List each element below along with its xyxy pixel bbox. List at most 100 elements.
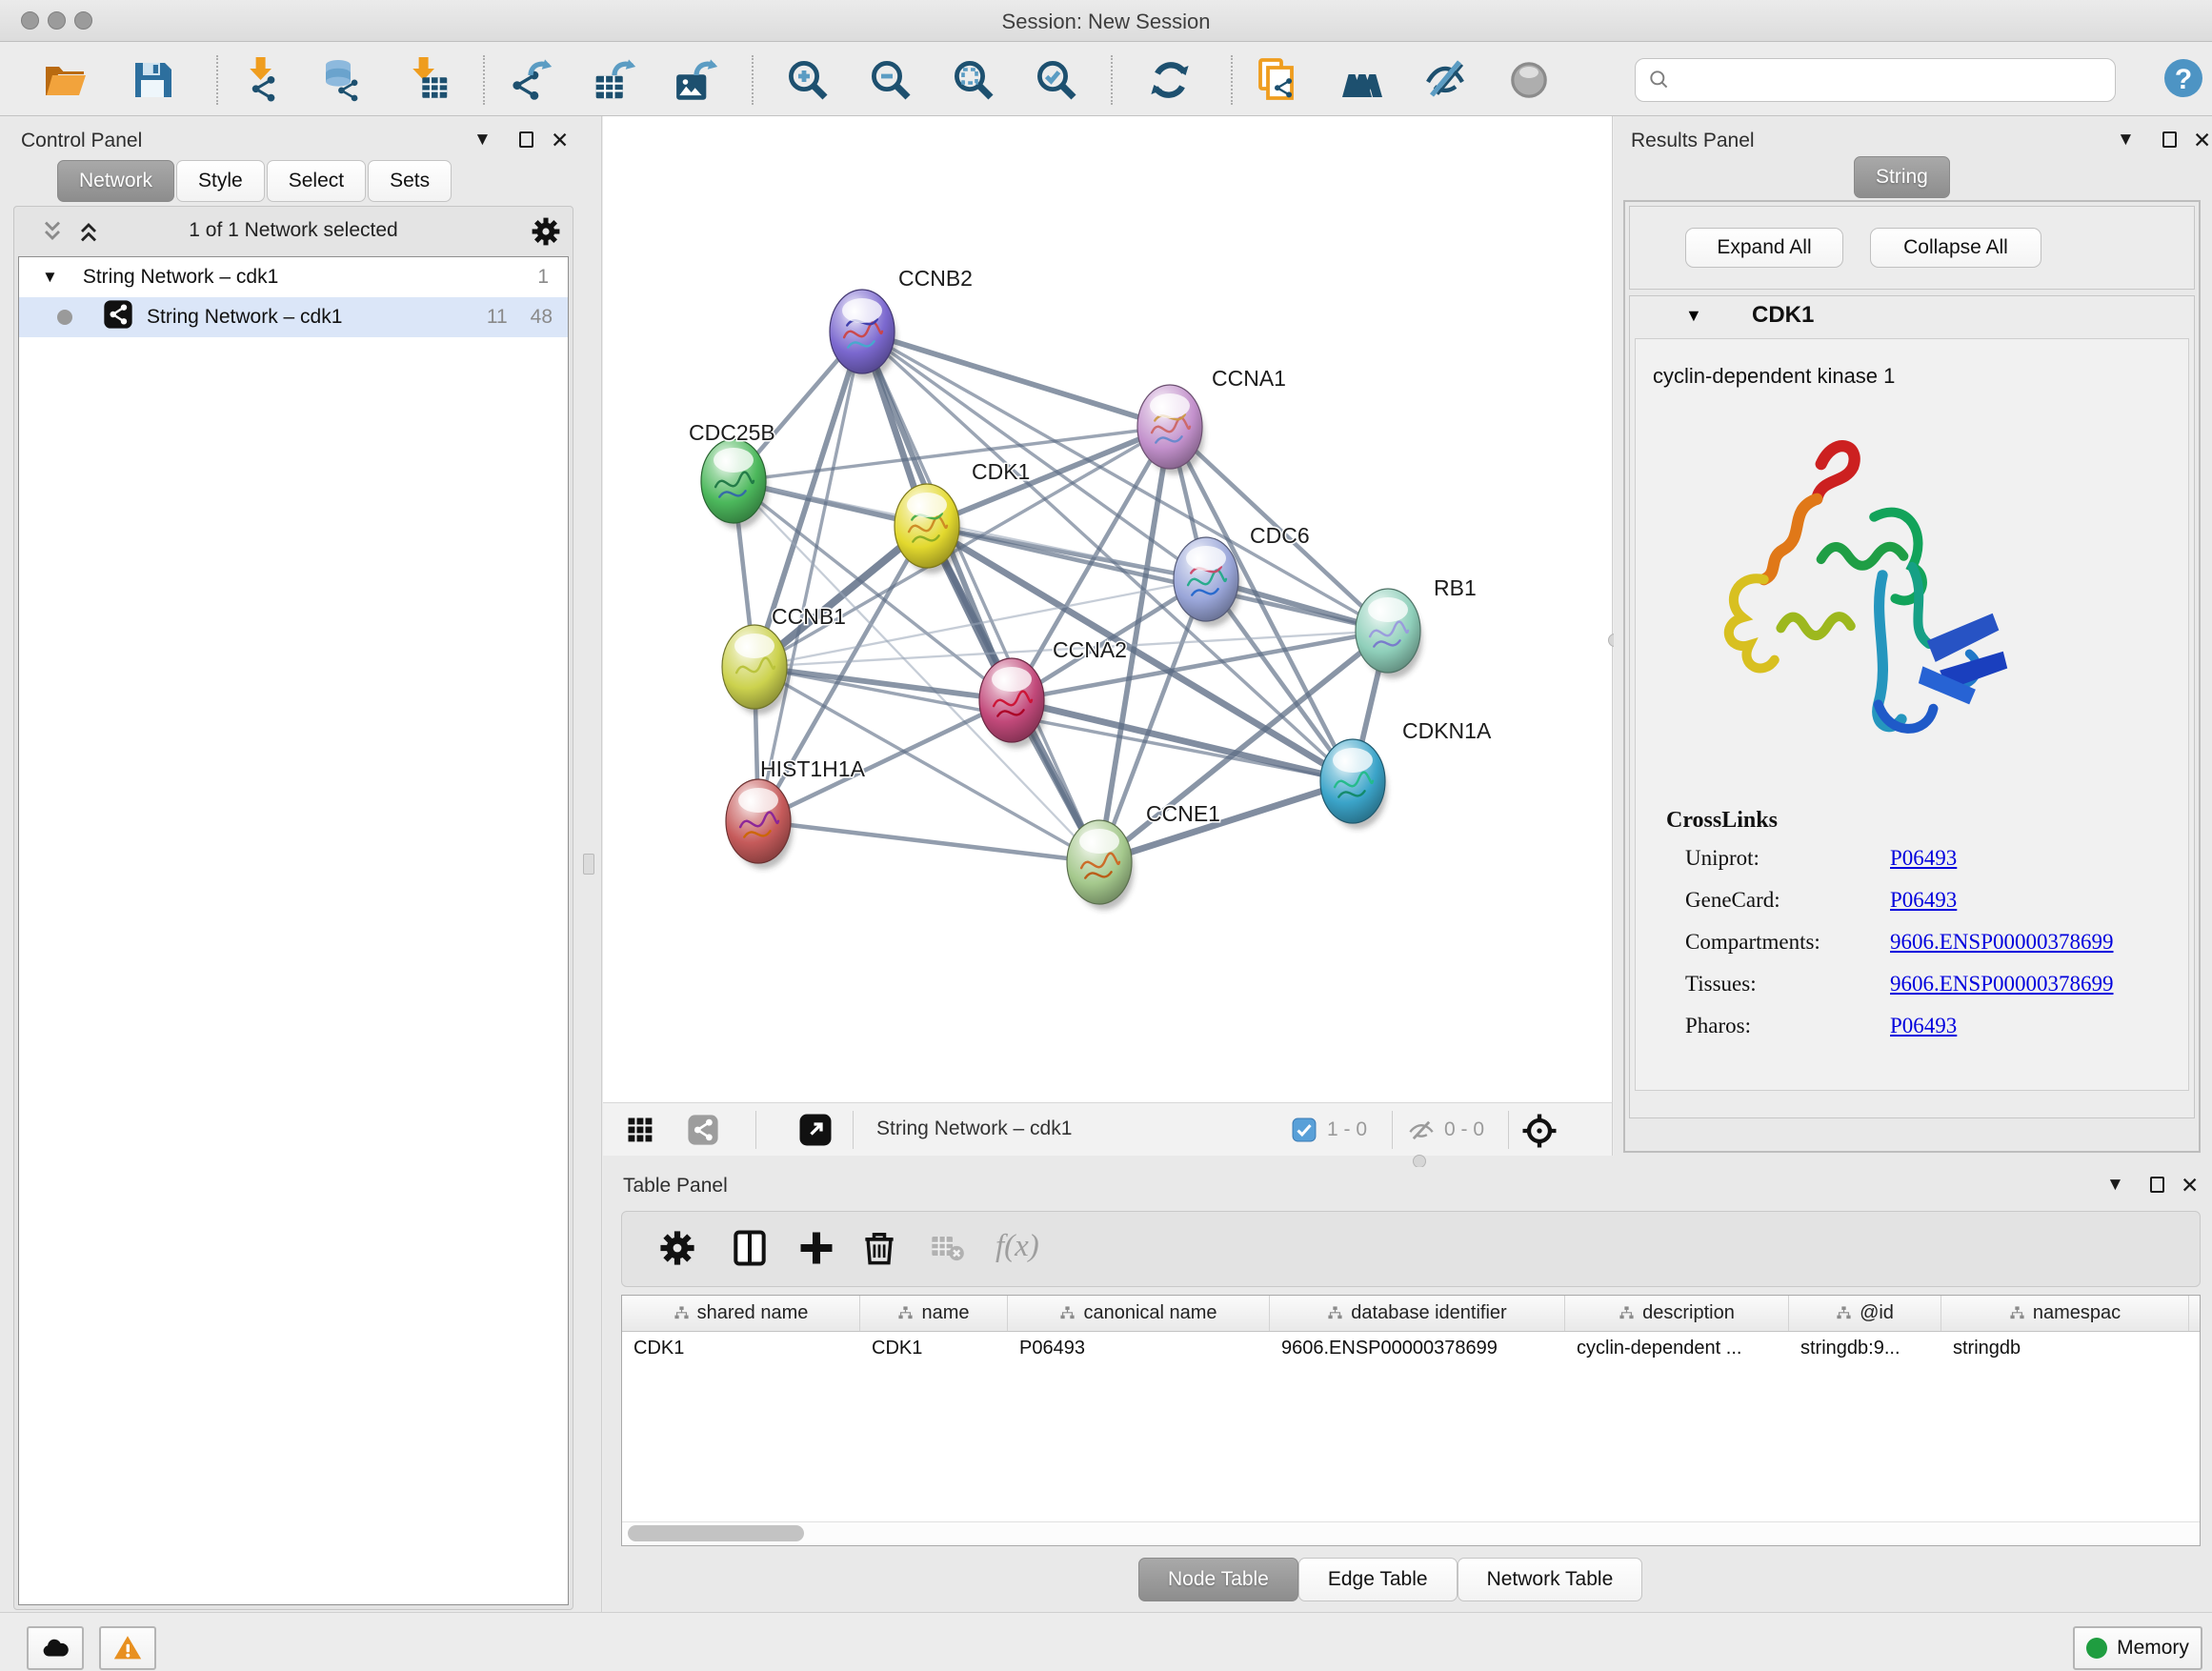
selected-checkbox-icon[interactable] bbox=[1292, 1117, 1317, 1147]
table-panel-float-icon[interactable] bbox=[2150, 1177, 2164, 1193]
column-header-canonical-name[interactable]: canonical name bbox=[1008, 1296, 1270, 1331]
control-panel-float-icon[interactable] bbox=[519, 131, 533, 148]
export-image-icon[interactable] bbox=[674, 57, 719, 103]
tree-expand-caret-icon[interactable]: ▼ bbox=[42, 268, 58, 287]
search-network-icon[interactable] bbox=[1339, 57, 1385, 103]
clone-network-icon[interactable] bbox=[1254, 57, 1299, 103]
crosslink-value-link[interactable]: 9606.ENSP00000378699 bbox=[1890, 972, 2114, 997]
hide-panel-icon[interactable] bbox=[1422, 57, 1468, 103]
search-box[interactable] bbox=[1635, 58, 2116, 102]
network-canvas[interactable]: CCNB2CCNA1CDC25BCDK1CDC6RB1CCNB1CCNA2CDK… bbox=[603, 116, 1613, 1102]
fit-content-crosshair-icon[interactable] bbox=[1520, 1112, 1558, 1155]
collapse-all-button[interactable]: Collapse All bbox=[1870, 228, 2041, 268]
search-input[interactable] bbox=[1672, 70, 2091, 91]
network-node-CCNE1[interactable] bbox=[1067, 820, 1134, 910]
network-node-CDK1[interactable] bbox=[895, 484, 961, 574]
import-database-icon[interactable] bbox=[317, 57, 363, 103]
show-panel-icon[interactable] bbox=[1506, 57, 1552, 103]
results-panel-float-icon[interactable] bbox=[2162, 131, 2177, 148]
table-panel-close-icon[interactable]: ✕ bbox=[2181, 1173, 2199, 1198]
tab-node-table[interactable]: Node Table bbox=[1138, 1558, 1298, 1601]
control-panel-close-icon[interactable]: ✕ bbox=[551, 128, 569, 153]
create-column-plus-icon[interactable] bbox=[795, 1227, 841, 1273]
expand-all-button[interactable]: Expand All bbox=[1685, 228, 1843, 268]
export-network-icon[interactable] bbox=[508, 57, 553, 103]
results-panel-menu-icon[interactable]: ▼ bbox=[2117, 130, 2135, 151]
table-hscrollbar-thumb[interactable] bbox=[628, 1525, 804, 1541]
table-row[interactable]: CDK1CDK1P064939606.ENSP00000378699cyclin… bbox=[622, 1332, 2200, 1367]
network-collection-row[interactable]: ▼ String Network – cdk1 1 bbox=[19, 257, 568, 297]
column-header-name[interactable]: name bbox=[860, 1296, 1008, 1331]
tab-edge-table[interactable]: Edge Table bbox=[1298, 1558, 1458, 1601]
tab-sets[interactable]: Sets bbox=[368, 160, 452, 202]
tab-string[interactable]: String bbox=[1854, 156, 1950, 198]
open-session-icon[interactable] bbox=[42, 57, 88, 103]
tab-select[interactable]: Select bbox=[267, 160, 366, 202]
toolbar-separator bbox=[1111, 55, 1113, 105]
results-button-box: Expand All Collapse All bbox=[1629, 206, 2195, 290]
column-header--id[interactable]: @id bbox=[1789, 1296, 1941, 1331]
control-panel-menu-icon[interactable]: ▼ bbox=[473, 130, 492, 151]
network-node-HIST1H1A[interactable] bbox=[726, 779, 793, 869]
network-node-CCNA1[interactable] bbox=[1137, 385, 1204, 474]
column-header-shared-name[interactable]: shared name bbox=[622, 1296, 860, 1331]
table-hscrollbar[interactable] bbox=[622, 1521, 2200, 1544]
string-network-icon bbox=[103, 299, 133, 335]
node-table: shared namenamecanonical namedatabase id… bbox=[621, 1295, 2201, 1546]
crosslink-value-link[interactable]: P06493 bbox=[1890, 888, 1957, 913]
network-node-CDKN1A[interactable] bbox=[1320, 739, 1387, 829]
network-edge-CCNB2-HIST1H1A[interactable] bbox=[758, 332, 862, 821]
crosslink-value-link[interactable]: P06493 bbox=[1890, 1014, 1957, 1038]
network-edge-CCNB2-CCNE1[interactable] bbox=[862, 332, 1099, 862]
string-panel-toggle-icon[interactable] bbox=[687, 1114, 719, 1151]
zoom-out-icon[interactable] bbox=[868, 57, 914, 103]
import-network-icon[interactable] bbox=[236, 57, 282, 103]
network-node-CCNB1[interactable] bbox=[722, 625, 789, 715]
node-label-CCNE1: CCNE1 bbox=[1146, 801, 1220, 826]
import-table-icon[interactable] bbox=[403, 57, 449, 103]
horizontal-splitter-handle[interactable] bbox=[1413, 1155, 1426, 1168]
help-button[interactable]: ? bbox=[2161, 55, 2204, 105]
birds-eye-view-icon[interactable] bbox=[626, 1116, 654, 1149]
zoom-fit-icon[interactable] bbox=[951, 57, 996, 103]
network-options-gear-icon[interactable] bbox=[529, 214, 563, 253]
hidden-eye-slash-icon bbox=[1408, 1117, 1435, 1149]
memory-button[interactable]: Memory bbox=[2073, 1626, 2202, 1670]
collapse-caret-icon[interactable]: ▼ bbox=[1685, 306, 1702, 326]
network-node-CDC6[interactable] bbox=[1174, 537, 1240, 627]
delete-column-trash-icon[interactable] bbox=[858, 1227, 904, 1273]
node-label-CCNB2: CCNB2 bbox=[898, 266, 973, 291]
zoom-selected-icon[interactable] bbox=[1034, 57, 1079, 103]
left-splitter-handle[interactable] bbox=[583, 854, 594, 875]
network-edge-CCNB2-RB1[interactable] bbox=[862, 332, 1388, 631]
network-edge-HIST1H1A-CCNE1[interactable] bbox=[758, 821, 1099, 862]
tab-network[interactable]: Network bbox=[57, 160, 174, 202]
network-edge-CDKN1A-CCNE1[interactable] bbox=[1099, 781, 1353, 862]
show-columns-icon[interactable] bbox=[729, 1227, 774, 1273]
network-node-RB1[interactable] bbox=[1356, 589, 1422, 678]
warning-status-button[interactable] bbox=[99, 1626, 156, 1670]
open-in-window-icon[interactable] bbox=[798, 1113, 833, 1152]
network-edge-CDK1-RB1[interactable] bbox=[927, 526, 1388, 631]
network-node-CDC25B[interactable] bbox=[701, 439, 768, 529]
column-header-namespac[interactable]: namespac bbox=[1941, 1296, 2189, 1331]
results-panel-close-icon[interactable]: ✕ bbox=[2193, 128, 2211, 153]
column-header-database-identifier[interactable]: database identifier bbox=[1270, 1296, 1565, 1331]
network-node-CCNA2[interactable] bbox=[979, 658, 1046, 748]
refresh-layout-icon[interactable] bbox=[1147, 57, 1193, 103]
export-table-icon[interactable] bbox=[592, 57, 637, 103]
column-header-description[interactable]: description bbox=[1565, 1296, 1789, 1331]
save-session-icon[interactable] bbox=[130, 57, 175, 103]
table-options-gear-icon[interactable] bbox=[656, 1227, 702, 1273]
results-panel: Results Panel ▼ ✕ String Expand All Coll… bbox=[1614, 116, 2212, 1158]
network-row-selected[interactable]: String Network – cdk1 11 48 bbox=[19, 297, 568, 337]
tab-network-table[interactable]: Network Table bbox=[1458, 1558, 1643, 1601]
crosslink-value-link[interactable]: 9606.ENSP00000378699 bbox=[1890, 930, 2114, 955]
tab-style[interactable]: Style bbox=[176, 160, 265, 202]
cloud-status-button[interactable] bbox=[27, 1626, 84, 1670]
network-edge-CCNB2-CCNA1[interactable] bbox=[862, 332, 1170, 427]
table-panel-menu-icon[interactable]: ▼ bbox=[2106, 1175, 2124, 1196]
network-node-CCNB2[interactable] bbox=[830, 290, 896, 379]
crosslink-value-link[interactable]: P06493 bbox=[1890, 846, 1957, 871]
zoom-in-icon[interactable] bbox=[785, 57, 831, 103]
